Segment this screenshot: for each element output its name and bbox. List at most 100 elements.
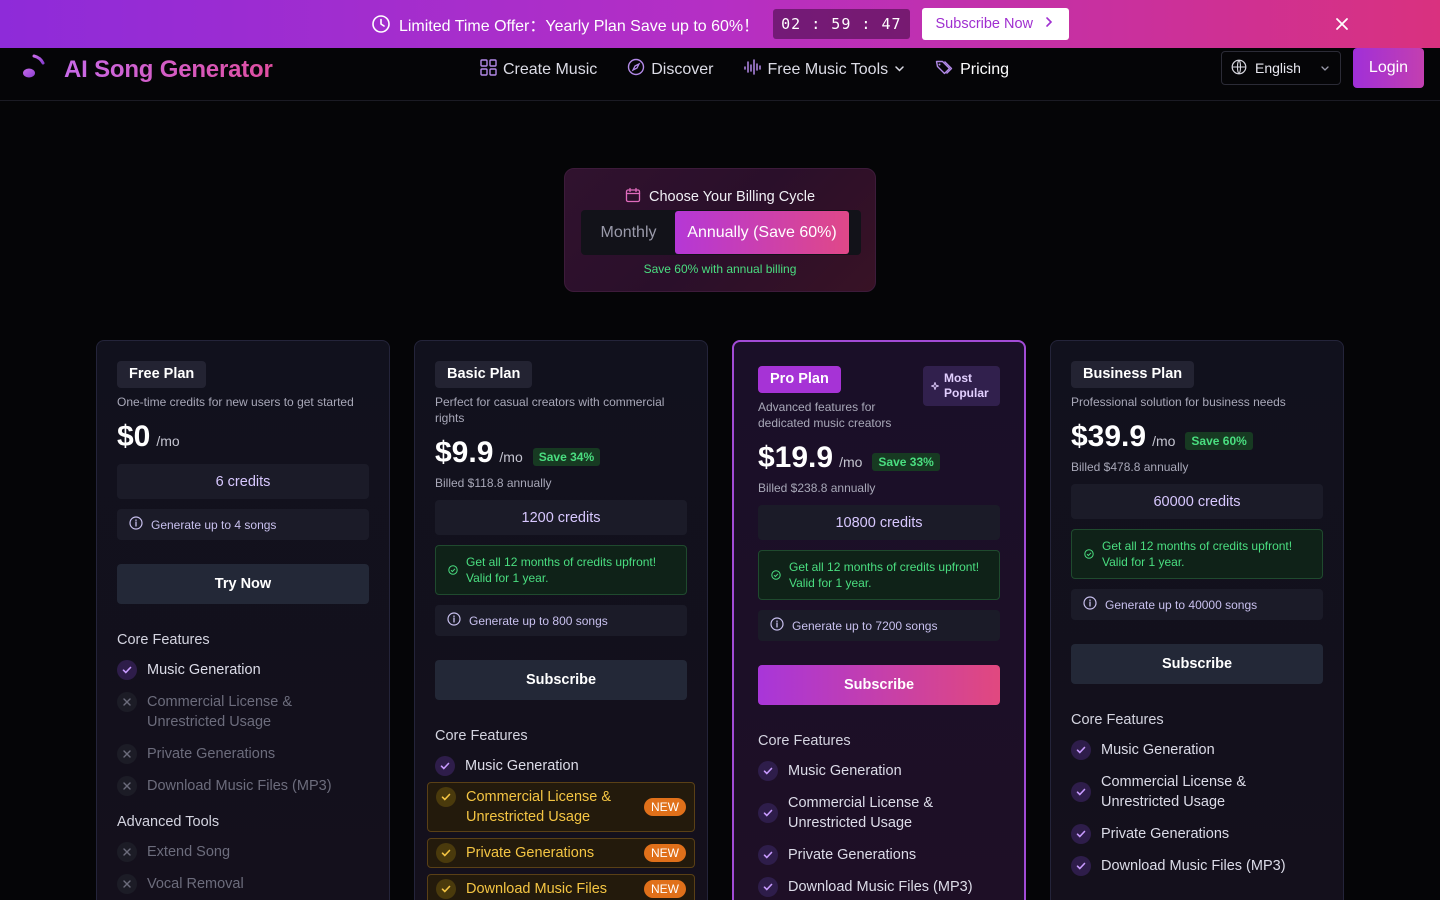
check-icon <box>758 761 778 781</box>
feature-label: Commercial License & Unrestricted Usage <box>147 694 293 730</box>
check-icon <box>436 843 456 863</box>
check-icon <box>436 787 456 807</box>
globe-icon <box>1231 59 1247 78</box>
check-circle-icon <box>1084 547 1094 563</box>
info-icon <box>447 612 461 629</box>
plan-name: Pro Plan <box>758 366 841 393</box>
price-row: $0 /mo <box>117 420 369 454</box>
feature-item: Private Generations <box>758 845 1000 865</box>
feature-item: Commercial License & Unrestricted Usage <box>758 793 1000 833</box>
feature-label: Music Generation <box>1101 742 1215 758</box>
grid-icon <box>480 58 497 81</box>
plan-card-basic: Basic Plan Perfect for casual creators w… <box>414 340 708 900</box>
upfront-credits-note: Get all 12 months of credits upfront! Va… <box>435 545 687 595</box>
billing-save-note: Save 60% with annual billing <box>643 262 797 276</box>
feature-item: Music Generation <box>758 761 1000 781</box>
billed-annually: Billed $238.8 annually <box>758 481 876 495</box>
feature-label: Download Music Files <box>466 881 608 897</box>
sparkle-icon <box>930 379 940 394</box>
price-row: $9.9 /mo Save 34% <box>435 436 687 470</box>
songs-info: Generate up to 40000 songs <box>1071 589 1323 620</box>
feature-label: Music Generation <box>147 662 261 678</box>
try-now-button[interactable]: Try Now <box>117 564 369 604</box>
feature-item: Music Generation <box>435 756 687 776</box>
plan-card-free: Free Plan One-time credits for new users… <box>96 340 390 900</box>
credits-box: 10800 credits <box>758 505 1000 540</box>
feature-label: Commercial License & Unrestricted Usage <box>466 789 612 825</box>
feature-item: Music Generation <box>1071 740 1323 760</box>
subscribe-now-label: Subscribe Now <box>935 16 1034 32</box>
waveform-icon <box>743 58 762 81</box>
subscribe-button[interactable]: Subscribe <box>1071 644 1323 684</box>
upfront-credits-note: Get all 12 months of credits upfront! Va… <box>1071 529 1323 579</box>
new-badge: NEW <box>644 880 686 898</box>
feature-label: Music Generation <box>465 758 579 774</box>
feature-item: Download Music Files (MP3) <box>117 776 369 796</box>
songs-info-text: Generate up to 800 songs <box>469 613 608 628</box>
billing-cycle-panel: Choose Your Billing Cycle Monthly Annual… <box>564 168 876 292</box>
check-icon <box>758 877 778 897</box>
compass-icon <box>627 58 645 81</box>
feature-item: Private Generations <box>1071 824 1323 844</box>
upfront-credits-note: Get all 12 months of credits upfront! Va… <box>758 550 1000 600</box>
nav-create-music-label: Create Music <box>503 60 598 78</box>
check-icon <box>1071 824 1091 844</box>
plan-description: Advanced features for dedicated music cr… <box>758 400 892 430</box>
plan-card-business: Business Plan Professional solution for … <box>1050 340 1344 900</box>
close-icon[interactable] <box>1332 14 1352 34</box>
x-icon <box>117 776 137 796</box>
billing-cycle-heading: Choose Your Billing Cycle <box>565 187 875 207</box>
feature-item: Music Generation <box>117 660 369 680</box>
tag-icon <box>935 59 954 81</box>
nav-create-music[interactable]: Create Music <box>480 58 598 81</box>
subscribe-button[interactable]: Subscribe <box>758 665 1000 705</box>
calendar-icon <box>625 187 641 207</box>
billing-cycle-title: Choose Your Billing Cycle <box>648 189 816 205</box>
subscribe-button[interactable]: Subscribe <box>435 660 687 700</box>
feature-item: Commercial License & Unrestricted Usage <box>1071 772 1323 812</box>
nav-pricing-label: Pricing <box>960 60 1010 78</box>
chevron-down-icon <box>894 61 905 79</box>
nav-discover[interactable]: Discover <box>627 58 713 81</box>
plan-name: Basic Plan <box>435 361 533 388</box>
upfront-credits-text: Get all 12 months of credits upfront! Va… <box>789 560 980 590</box>
plan-description: One-time credits for new users to get st… <box>117 395 354 409</box>
billed-annually: Billed $118.8 annually <box>435 476 552 490</box>
feature-label: Download Music Files (MP3) <box>147 778 332 794</box>
main-nav: Create Music Discover Free Music Tools P… <box>480 58 1009 81</box>
songs-info: Generate up to 800 songs <box>435 605 687 636</box>
brand-name: AI Song Generator <box>64 55 273 83</box>
billing-toggle: Monthly Annually (Save 60%) <box>581 210 861 255</box>
billing-monthly-option[interactable]: Monthly <box>582 211 675 254</box>
billing-annual-option[interactable]: Annually (Save 60%) <box>675 211 849 254</box>
feature-label: Vocal Removal <box>147 876 244 892</box>
nav-pricing[interactable]: Pricing <box>935 59 1009 81</box>
brand-logo-link[interactable]: AI Song Generator <box>20 52 273 87</box>
feature-label: Extend Song <box>147 844 231 860</box>
check-icon <box>758 845 778 865</box>
nav-free-music-tools[interactable]: Free Music Tools <box>743 58 905 81</box>
songs-info: Generate up to 7200 songs <box>758 610 1000 641</box>
most-popular-label: Most Popular <box>944 371 989 400</box>
core-features-title: Core Features <box>117 632 210 648</box>
credits-box: 6 credits <box>117 464 369 499</box>
most-popular-badge: Most Popular <box>923 366 1000 406</box>
feature-item: Extend Song <box>117 842 369 862</box>
nav-free-music-tools-label: Free Music Tools <box>767 60 889 78</box>
save-badge: Save 33% <box>872 453 940 471</box>
credits-box: 1200 credits <box>435 500 687 535</box>
feature-label: Download Music Files (MP3) <box>788 879 973 895</box>
price-period: /mo <box>839 454 863 470</box>
core-features-title: Core Features <box>1071 712 1164 728</box>
login-button[interactable]: Login <box>1353 48 1424 88</box>
feature-item: Download Music Files (MP3) <box>1071 856 1323 876</box>
language-select[interactable]: English <box>1221 51 1341 85</box>
credits-box: 60000 credits <box>1071 484 1323 519</box>
plan-price: $9.9 <box>435 436 494 469</box>
core-features-title: Core Features <box>435 728 528 744</box>
feature-label: Private Generations <box>466 845 595 861</box>
subscribe-now-button[interactable]: Subscribe Now <box>921 8 1070 40</box>
chevron-down-icon <box>1320 60 1330 76</box>
music-note-logo-icon <box>20 52 50 87</box>
feature-item: Commercial License & Unrestricted Usage <box>117 692 369 732</box>
